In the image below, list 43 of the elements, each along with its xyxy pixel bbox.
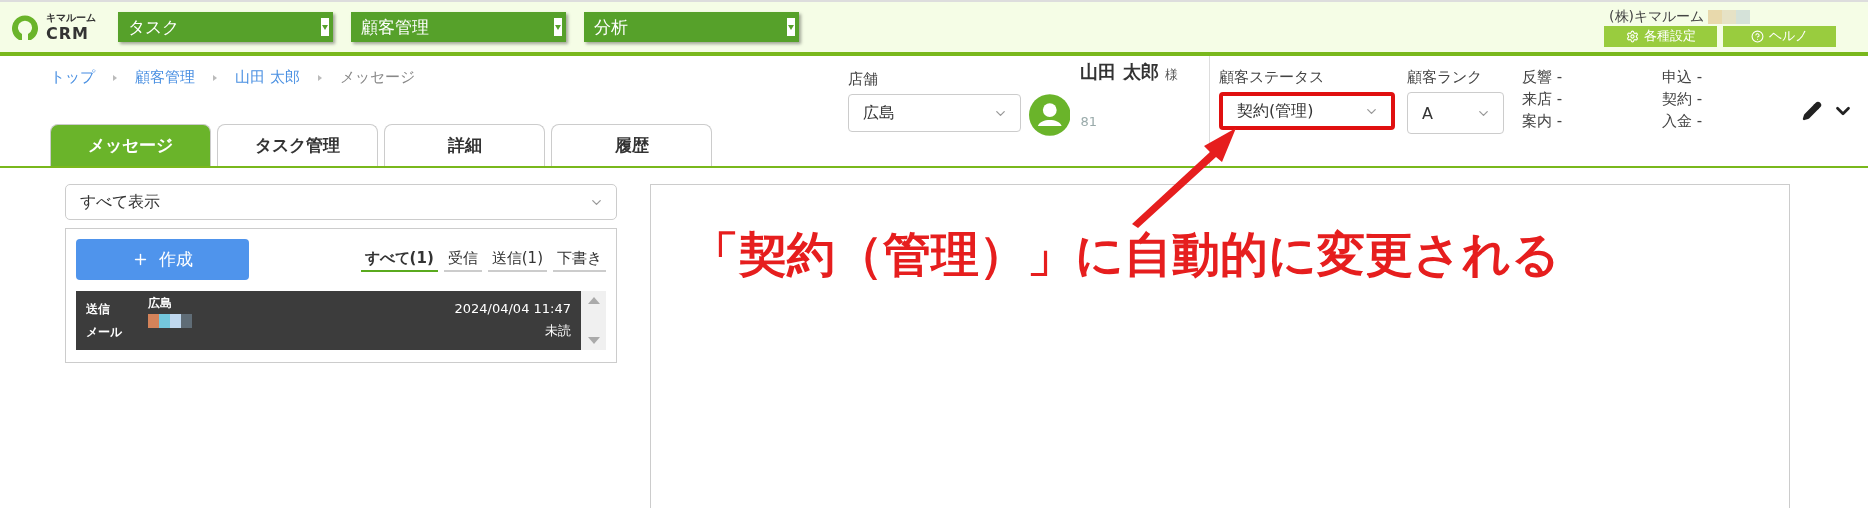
store-select[interactable]: 広島 [847, 94, 1021, 132]
rank-select[interactable]: A [1407, 92, 1504, 134]
message-direction: 送信 [86, 300, 111, 318]
logo-kana: キマルーム [46, 12, 96, 23]
breadcrumb-link[interactable]: 山田 太郎 [235, 68, 300, 87]
honorific: 様 [1164, 66, 1178, 84]
field-label: 店舗 [847, 70, 879, 89]
mosaic-icon [148, 314, 192, 328]
stat-item: 申込 - [1662, 68, 1704, 88]
stat-item: 入金 - [1662, 112, 1704, 132]
message-row[interactable]: 送信 メール 広島 2024/04/04 11:47 未読 [76, 291, 581, 350]
stat-item: 案内 - [1522, 112, 1564, 132]
message-date: 2024/04/04 11:47 [454, 301, 571, 316]
field-label: 顧客ランク [1407, 68, 1483, 87]
gear-icon [1625, 29, 1639, 43]
avatar-icon [1028, 94, 1071, 136]
customer-name: 山田 太郎 [1080, 60, 1159, 84]
tab[interactable]: 詳細 [384, 124, 545, 166]
edit-icon[interactable] [1802, 101, 1822, 121]
customer-number: 81 [1080, 114, 1098, 129]
stat-item: 契約 - [1662, 90, 1704, 110]
tab[interactable]: タスク管理 [217, 124, 378, 166]
message-store: 広島 [148, 295, 173, 312]
message-tab[interactable]: 送信(1) [487, 247, 547, 272]
scrollbar[interactable] [581, 291, 606, 350]
help-icon [1751, 29, 1764, 43]
stat-item: 反響 - [1522, 68, 1564, 88]
logo-name: CRM [46, 25, 90, 42]
mosaic-icon [1708, 9, 1750, 24]
tab[interactable]: 履歴 [551, 124, 712, 166]
field-label: 顧客ステータス [1219, 68, 1325, 87]
message-type: メール [86, 323, 123, 341]
annotation-text: 「契約（管理）」に自動的に変更される [691, 226, 1560, 282]
message-status: 未読 [545, 322, 571, 340]
company-name: (株)キマルーム [1609, 7, 1704, 26]
plus-icon [132, 251, 149, 268]
breadcrumb-current: メッセージ [339, 68, 415, 87]
filter-select[interactable]: すべて表示 [65, 184, 617, 220]
message-tab[interactable]: 下書き [553, 247, 606, 272]
message-tab[interactable]: 受信 [443, 247, 482, 272]
message-tab[interactable]: すべて(1) [360, 247, 438, 272]
status-select[interactable]: 契約(管理) [1219, 92, 1395, 130]
stat-item: 来店 - [1522, 90, 1564, 110]
